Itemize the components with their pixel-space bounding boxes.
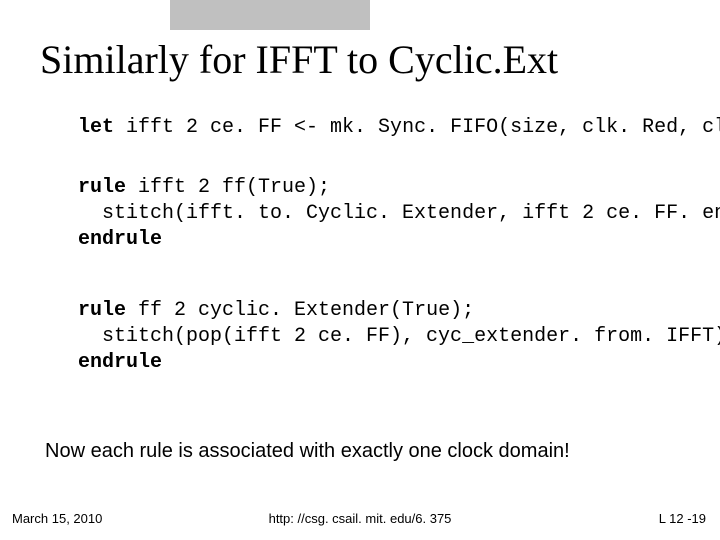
code-line: stitch(pop(ifft 2 ce. FF), cyc_extender.… [78, 325, 720, 348]
keyword-rule: rule [78, 176, 126, 199]
code-block-1: let ifft 2 ce. FF <- mk. Sync. FIFO(size… [78, 115, 690, 141]
footer-page: L 12 -19 [659, 511, 706, 526]
code-block-3: rule ff 2 cyclic. Extender(True); stitch… [78, 298, 690, 376]
slide: Similarly for IFFT to Cyclic.Ext let iff… [0, 0, 720, 540]
keyword-let: let [78, 116, 114, 139]
footer-url: http: //csg. csail. mit. edu/6. 375 [0, 511, 720, 526]
code-block-2: rule ifft 2 ff(True); stitch(ifft. to. C… [78, 175, 690, 253]
keyword-endrule: endrule [78, 351, 162, 374]
code-line: ff 2 cyclic. Extender(True); [126, 299, 474, 322]
code-line: stitch(ifft. to. Cyclic. Extender, ifft … [78, 202, 720, 225]
code-line: ifft 2 ff(True); [126, 176, 330, 199]
keyword-endrule: endrule [78, 228, 162, 251]
caption-text: Now each rule is associated with exactly… [45, 440, 690, 463]
code-line: ifft 2 ce. FF <- mk. Sync. FIFO(size, cl… [114, 116, 720, 139]
keyword-rule: rule [78, 299, 126, 322]
slide-title: Similarly for IFFT to Cyclic.Ext [40, 36, 680, 83]
